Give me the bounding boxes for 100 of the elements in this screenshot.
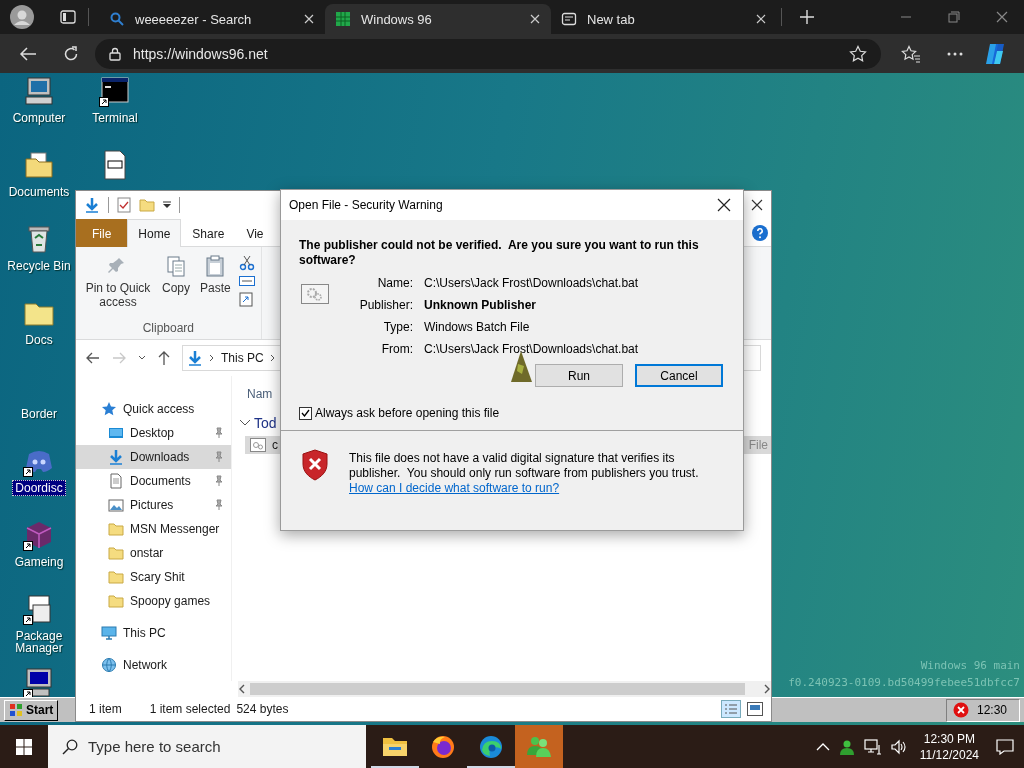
status-text: 1 item selected [149, 702, 231, 716]
icon-label[interactable]: Doordisc [12, 480, 66, 496]
clipboard-icon [204, 255, 227, 277]
checkbox[interactable] [299, 406, 312, 420]
avatar-icon[interactable] [10, 5, 34, 29]
chevron-icon[interactable] [209, 354, 215, 362]
warning-heading: The publisher could not be verified. Are you sure you want to run this software? [299, 238, 700, 268]
breadcrumb[interactable]: This PC [221, 351, 264, 365]
nav-item[interactable]: Spoopy games [76, 589, 231, 613]
back-icon[interactable] [86, 352, 100, 364]
page-icon [561, 11, 577, 27]
field-label: Publisher: [358, 298, 413, 312]
network-icon[interactable] [863, 738, 882, 755]
icon-label[interactable]: Border [18, 406, 60, 422]
close-icon[interactable] [717, 198, 731, 212]
scroll-right-icon[interactable] [763, 684, 771, 694]
folder-icon [108, 521, 124, 537]
status-text: 1 item [89, 702, 122, 716]
nav-item[interactable]: Desktop [76, 421, 231, 445]
copilot-icon[interactable] [983, 41, 1007, 66]
scroll-left-icon[interactable] [238, 684, 246, 694]
url-text: https://windows96.net [133, 45, 269, 62]
copy-path-icon[interactable] [238, 275, 255, 287]
field-label: From: [380, 342, 413, 356]
nav-item[interactable]: MSN Messenger [76, 517, 231, 541]
volume-icon[interactable] [890, 738, 907, 755]
grid-logo-icon [335, 11, 351, 27]
start-button[interactable]: Start [4, 699, 59, 721]
chevron-icon[interactable] [269, 354, 276, 362]
paste-shortcut-icon[interactable] [238, 291, 253, 307]
folder-icon[interactable] [23, 149, 55, 181]
notification-icon[interactable] [996, 738, 1014, 755]
new-tab-icon[interactable] [800, 10, 814, 24]
error-icon[interactable] [952, 702, 969, 718]
browser-tab[interactable]: Windows 96 [325, 4, 551, 34]
favorites-icon[interactable] [901, 44, 921, 63]
computer-icon[interactable] [23, 75, 55, 107]
close-icon[interactable] [751, 199, 763, 211]
icon-label[interactable]: Package Manager [4, 628, 74, 656]
folder-icon [108, 545, 124, 561]
help-link[interactable]: How can I decide what software to run? [349, 481, 560, 495]
properties-icon[interactable] [117, 197, 131, 213]
favorite-star-icon[interactable] [849, 44, 867, 63]
dialog-button[interactable]: Cancel [635, 364, 723, 387]
download-arrow-icon [108, 449, 124, 465]
shield-error-icon [301, 449, 329, 481]
icon-label[interactable]: Terminal [89, 110, 141, 126]
nav-item[interactable]: onstar [76, 541, 231, 565]
search-icon [62, 739, 78, 755]
tiles-view-icon[interactable] [747, 702, 763, 716]
scrollbar-thumb[interactable] [250, 683, 745, 695]
search-icon [109, 11, 125, 27]
copy-icon [165, 255, 187, 277]
browser-tab[interactable]: New tab [551, 4, 777, 34]
column-header[interactable]: Nam [247, 384, 273, 404]
ribbon-tab[interactable]: Home [127, 219, 182, 247]
copy-button[interactable]: Copy [160, 253, 192, 321]
scissors-icon[interactable] [238, 255, 255, 271]
ribbon-tab[interactable]: File [76, 219, 128, 247]
nav-item[interactable]: Documents [76, 469, 231, 493]
gears-icon [301, 284, 329, 304]
checkbox-label[interactable]: Always ask before opening this file [315, 406, 500, 420]
restore-icon[interactable] [948, 11, 960, 23]
icon-label[interactable]: Recycle Bin [4, 258, 74, 274]
person-icon[interactable] [838, 738, 855, 755]
warning-message: This file does not have a valid digital signature that verifies its publisher. You should only run software from publishers you trust. [349, 451, 700, 481]
status-text: 524 bytes [236, 702, 289, 716]
search-field[interactable]: Type here to search [48, 725, 366, 768]
pin-button[interactable]: Pin to Quick access [82, 253, 154, 321]
check-icon [301, 409, 310, 417]
paste-button[interactable]: Paste [198, 253, 233, 321]
nav-item[interactable]: Quick access [76, 397, 231, 421]
clock[interactable]: 12:30 PM 11/12/2024 [919, 730, 979, 763]
up-arrow-icon[interactable] [158, 351, 170, 365]
help-icon[interactable] [752, 224, 768, 241]
icon-label[interactable]: Computer [9, 110, 69, 126]
icon-label[interactable]: Docs [22, 332, 56, 348]
address-bar[interactable]: https://windows96.net [95, 38, 881, 69]
nav-item[interactable]: Network [76, 653, 231, 677]
folder-icon [108, 569, 124, 585]
more-icon[interactable] [947, 51, 963, 56]
nav-item[interactable]: Scary Shit [76, 565, 231, 589]
icon-label[interactable]: Gameing [11, 554, 67, 570]
caret-icon[interactable] [163, 201, 171, 209]
chevron-up-icon[interactable] [815, 742, 830, 751]
caret-icon[interactable] [138, 355, 146, 361]
windows-logo-icon[interactable] [16, 738, 32, 755]
dialog-button[interactable]: Run [535, 364, 623, 387]
ribbon-tab[interactable]: Vie [235, 219, 275, 247]
browser-tab[interactable]: weeeeezer - Search [99, 4, 325, 34]
tab-actions-icon[interactable] [60, 9, 76, 25]
computer-icon[interactable] [23, 667, 55, 699]
nav-item[interactable]: Pictures [76, 493, 231, 517]
chevron-down-icon[interactable] [239, 419, 251, 427]
refresh-icon[interactable] [63, 45, 79, 62]
download-arrow-icon [84, 197, 100, 213]
icon-label[interactable]: Documents [5, 184, 73, 200]
ribbon-tab[interactable]: Share [181, 219, 236, 247]
nav-item[interactable]: This PC [76, 621, 231, 645]
nav-item[interactable]: Downloads [76, 445, 231, 469]
